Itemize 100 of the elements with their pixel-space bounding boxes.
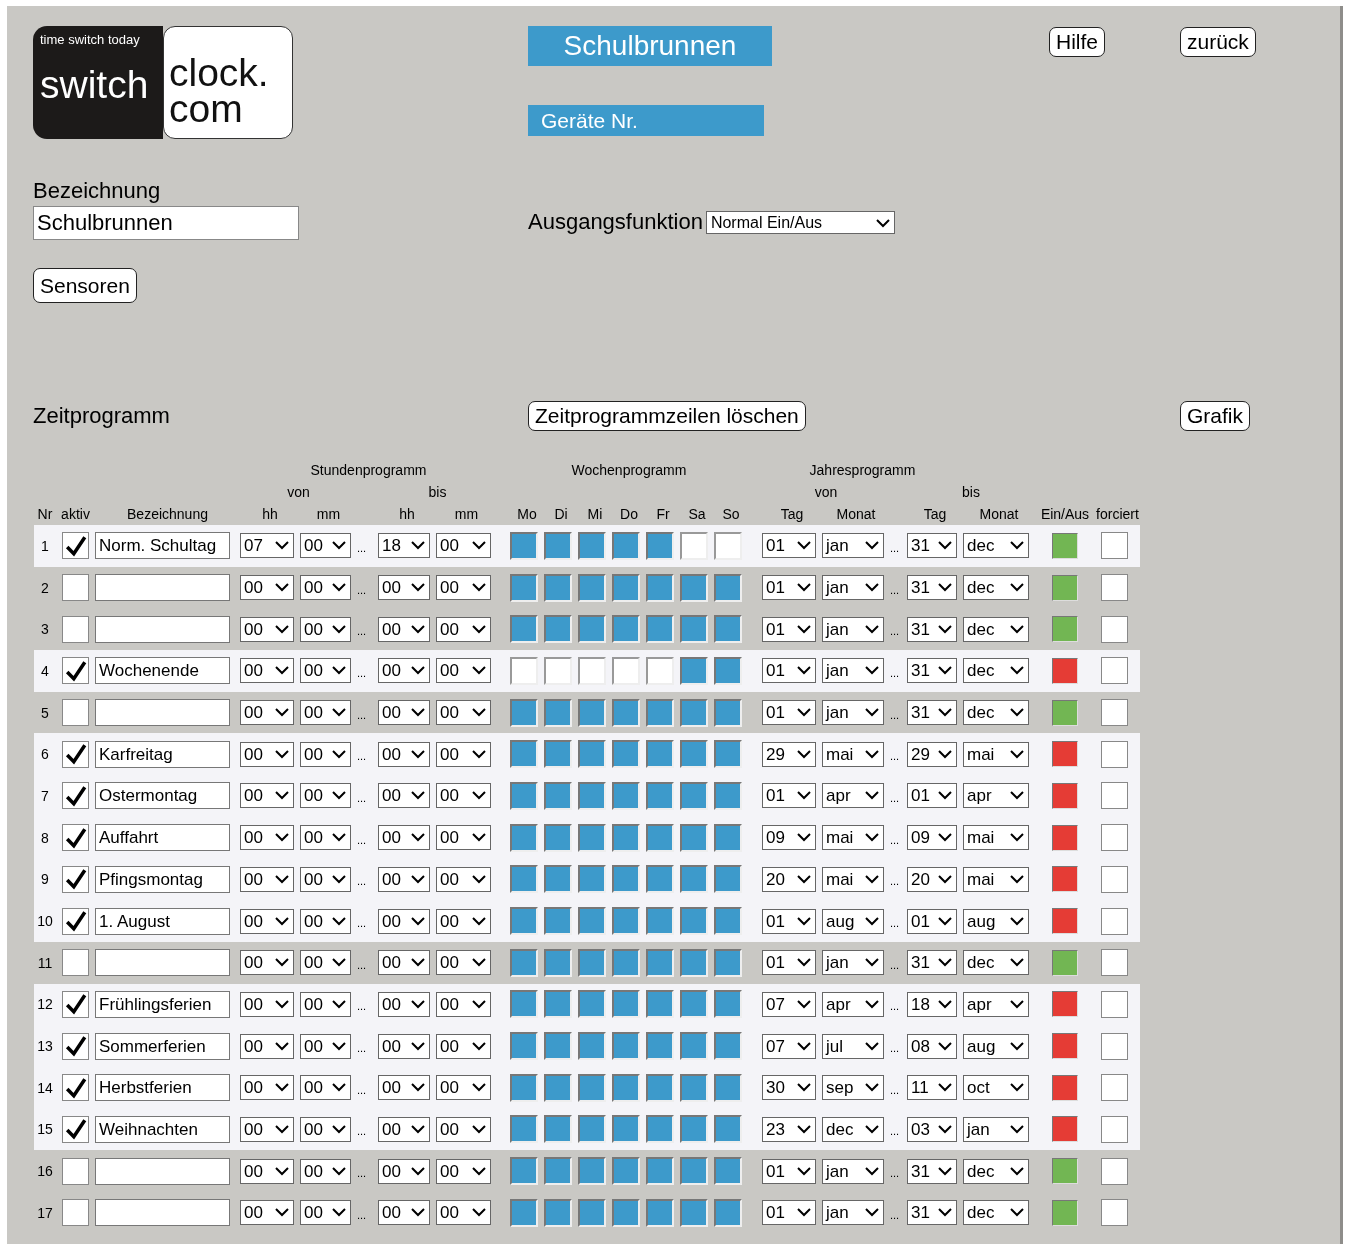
weekday-toggle[interactable] [612, 1073, 640, 1102]
time-dropdown[interactable]: 00 [300, 908, 351, 934]
time-dropdown[interactable]: 00 [436, 1033, 491, 1059]
weekday-toggle[interactable] [714, 781, 742, 810]
day-dropdown[interactable]: 20 [762, 866, 816, 892]
day-dropdown[interactable]: 01 [762, 658, 816, 684]
weekday-toggle[interactable] [510, 781, 538, 810]
forced-checkbox[interactable] [1101, 532, 1128, 560]
month-dropdown[interactable]: dec [963, 1158, 1029, 1184]
day-dropdown[interactable]: 29 [907, 741, 957, 767]
weekday-toggle[interactable] [544, 823, 572, 852]
weekday-toggle[interactable] [612, 1115, 640, 1144]
name-field[interactable]: Sommerferien [95, 1032, 230, 1060]
weekday-toggle[interactable] [680, 781, 708, 810]
on-off-toggle[interactable] [1052, 532, 1078, 559]
weekday-toggle[interactable] [714, 990, 742, 1019]
time-dropdown[interactable]: 00 [240, 700, 294, 726]
weekday-toggle[interactable] [646, 907, 674, 936]
weekday-toggle[interactable] [680, 615, 708, 644]
month-dropdown[interactable]: mai [822, 825, 884, 851]
time-dropdown[interactable]: 00 [436, 575, 491, 601]
month-dropdown[interactable]: jan [963, 1116, 1029, 1142]
time-dropdown[interactable]: 00 [240, 950, 294, 976]
forced-checkbox[interactable] [1101, 657, 1128, 685]
weekday-toggle[interactable] [680, 531, 708, 560]
time-dropdown[interactable]: 00 [378, 658, 430, 684]
name-field[interactable] [95, 949, 230, 977]
time-dropdown[interactable]: 00 [240, 616, 294, 642]
day-dropdown[interactable]: 31 [907, 575, 957, 601]
time-dropdown[interactable]: 00 [300, 825, 351, 851]
name-field[interactable]: Auffahrt [95, 824, 230, 852]
month-dropdown[interactable]: sep [822, 1075, 884, 1101]
weekday-toggle[interactable] [612, 573, 640, 602]
weekday-toggle[interactable] [578, 1073, 606, 1102]
weekday-toggle[interactable] [612, 1157, 640, 1186]
weekday-toggle[interactable] [714, 1073, 742, 1102]
active-checkbox[interactable] [62, 574, 89, 602]
weekday-toggle[interactable] [680, 865, 708, 894]
time-dropdown[interactable]: 00 [300, 741, 351, 767]
name-field[interactable] [95, 574, 230, 602]
time-dropdown[interactable]: 00 [378, 950, 430, 976]
output-function-dropdown[interactable]: Normal Ein/Aus [705, 210, 895, 234]
weekday-toggle[interactable] [646, 740, 674, 769]
weekday-toggle[interactable] [578, 573, 606, 602]
time-dropdown[interactable]: 07 [240, 533, 294, 559]
weekday-toggle[interactable] [544, 948, 572, 977]
weekday-toggle[interactable] [612, 615, 640, 644]
day-dropdown[interactable]: 31 [907, 616, 957, 642]
weekday-toggle[interactable] [612, 1198, 640, 1227]
designation-field[interactable]: Schulbrunnen [33, 206, 299, 240]
weekday-toggle[interactable] [714, 740, 742, 769]
time-dropdown[interactable]: 00 [436, 1200, 491, 1226]
weekday-toggle[interactable] [578, 823, 606, 852]
weekday-toggle[interactable] [714, 615, 742, 644]
weekday-toggle[interactable] [646, 573, 674, 602]
on-off-toggle[interactable] [1052, 1158, 1078, 1185]
forced-checkbox[interactable] [1101, 740, 1128, 768]
time-dropdown[interactable]: 00 [378, 1075, 430, 1101]
time-dropdown[interactable]: 00 [378, 741, 430, 767]
time-dropdown[interactable]: 00 [240, 1158, 294, 1184]
forced-checkbox[interactable] [1101, 824, 1128, 852]
forced-checkbox[interactable] [1101, 1115, 1128, 1143]
time-dropdown[interactable]: 00 [240, 1033, 294, 1059]
sensors-button[interactable]: Sensoren [33, 268, 137, 303]
day-dropdown[interactable]: 07 [762, 1033, 816, 1059]
weekday-toggle[interactable] [680, 1115, 708, 1144]
weekday-toggle[interactable] [714, 698, 742, 727]
weekday-toggle[interactable] [510, 1157, 538, 1186]
weekday-toggle[interactable] [680, 1157, 708, 1186]
day-dropdown[interactable]: 31 [907, 1200, 957, 1226]
on-off-toggle[interactable] [1052, 1116, 1078, 1143]
weekday-toggle[interactable] [544, 656, 572, 685]
month-dropdown[interactable]: jan [822, 950, 884, 976]
time-dropdown[interactable]: 00 [378, 700, 430, 726]
weekday-toggle[interactable] [544, 698, 572, 727]
on-off-toggle[interactable] [1052, 991, 1078, 1018]
weekday-toggle[interactable] [646, 656, 674, 685]
name-field[interactable]: Frühlingsferien [95, 990, 230, 1018]
weekday-toggle[interactable] [612, 948, 640, 977]
time-dropdown[interactable]: 00 [436, 533, 491, 559]
weekday-toggle[interactable] [510, 948, 538, 977]
weekday-toggle[interactable] [646, 615, 674, 644]
month-dropdown[interactable]: mai [963, 825, 1029, 851]
month-dropdown[interactable]: dec [963, 616, 1029, 642]
weekday-toggle[interactable] [646, 1032, 674, 1061]
active-checkbox[interactable] [62, 699, 89, 727]
forced-checkbox[interactable] [1101, 949, 1128, 977]
time-dropdown[interactable]: 00 [436, 1158, 491, 1184]
name-field[interactable] [95, 615, 230, 643]
weekday-toggle[interactable] [714, 823, 742, 852]
time-dropdown[interactable]: 00 [300, 950, 351, 976]
weekday-toggle[interactable] [612, 740, 640, 769]
weekday-toggle[interactable] [578, 615, 606, 644]
time-dropdown[interactable]: 00 [436, 616, 491, 642]
day-dropdown[interactable]: 31 [907, 700, 957, 726]
weekday-toggle[interactable] [714, 907, 742, 936]
day-dropdown[interactable]: 29 [762, 741, 816, 767]
weekday-toggle[interactable] [578, 1198, 606, 1227]
name-field[interactable]: Weihnachten [95, 1115, 230, 1143]
day-dropdown[interactable]: 01 [762, 783, 816, 809]
